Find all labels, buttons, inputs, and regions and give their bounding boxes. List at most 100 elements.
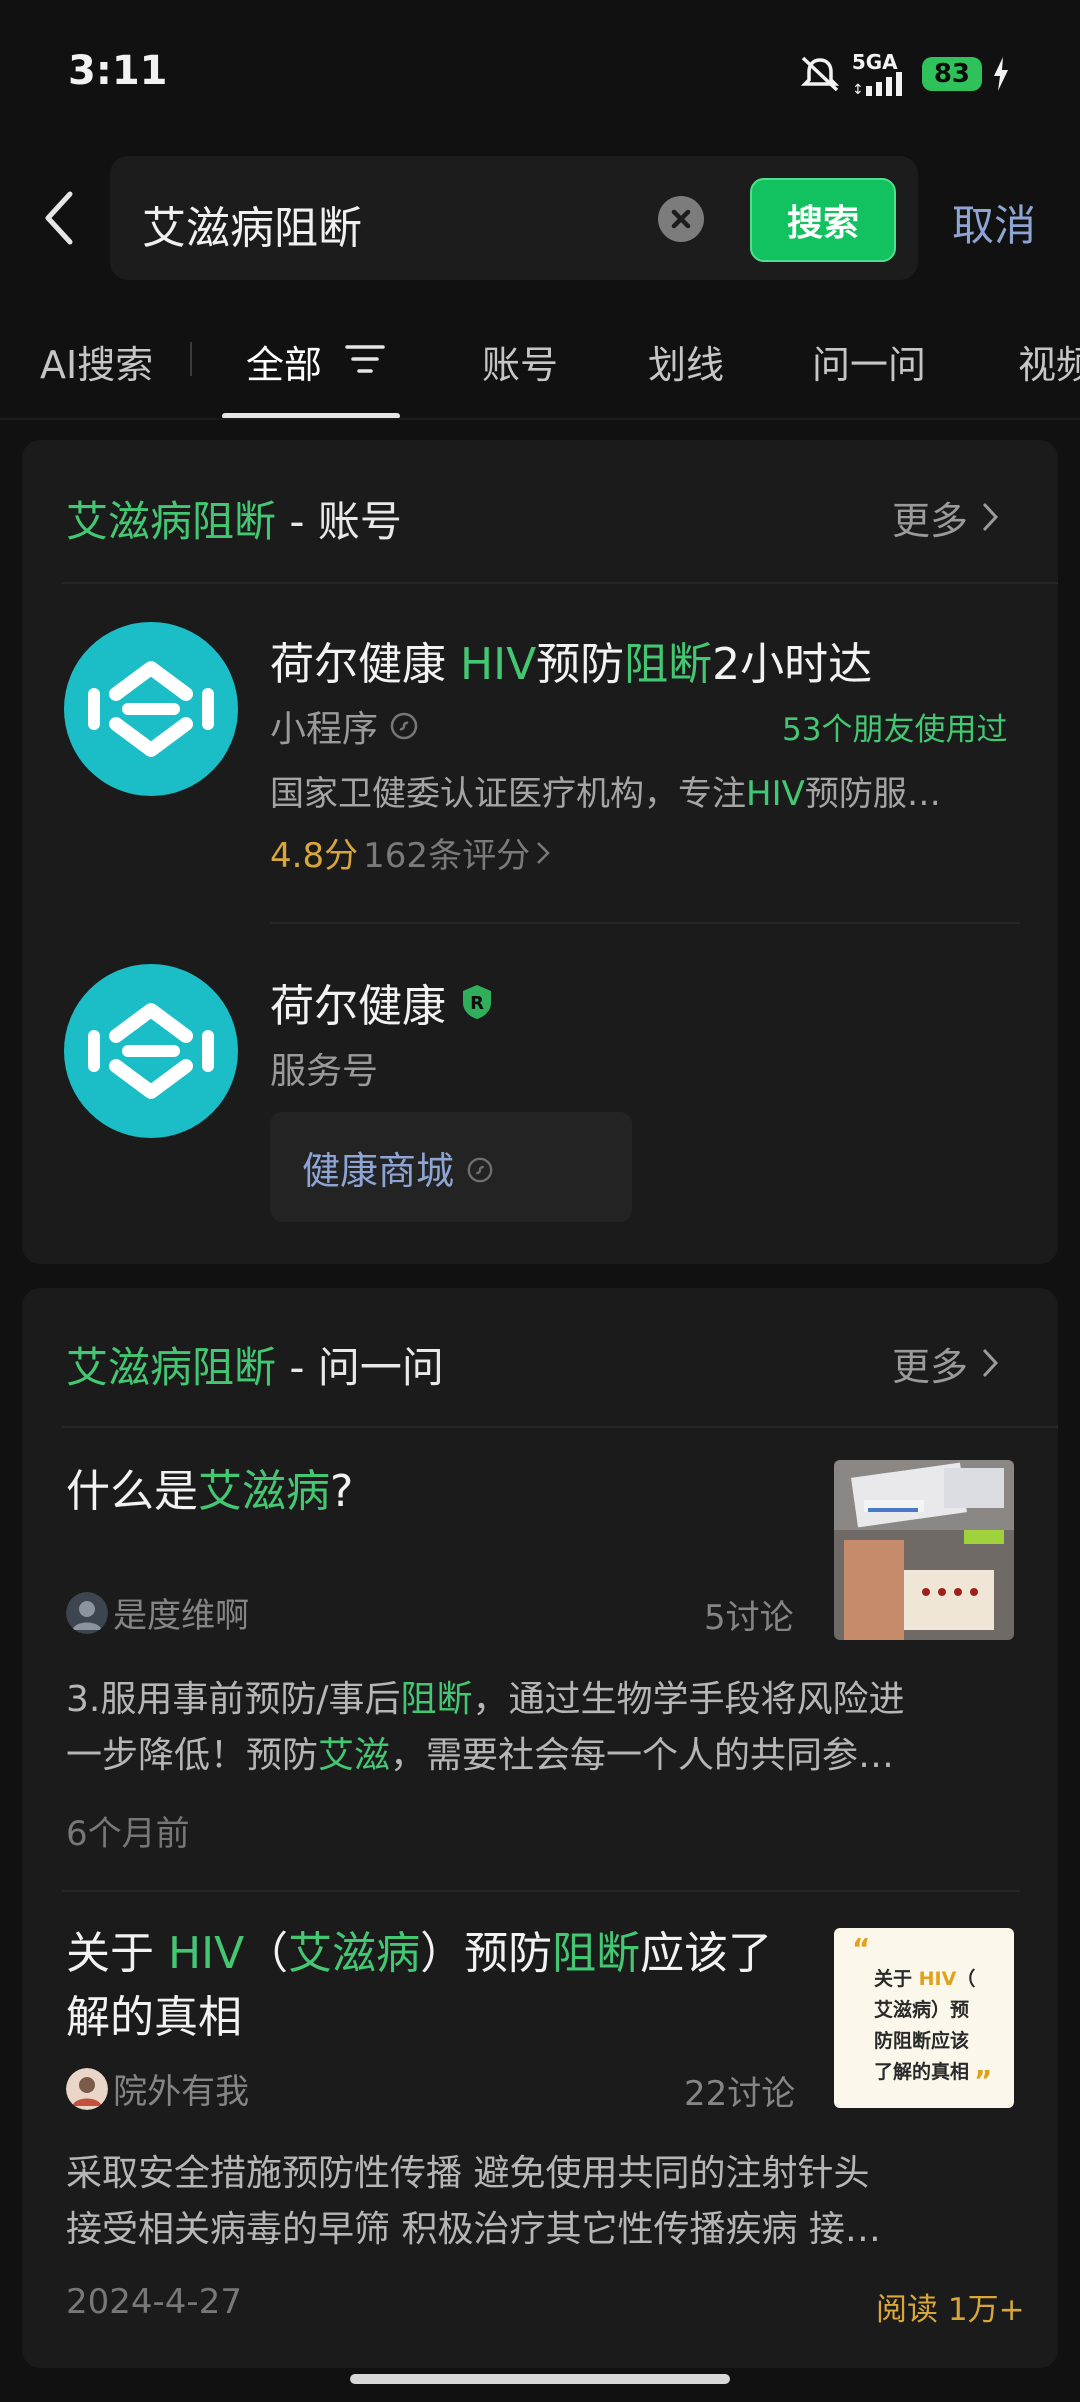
desc-text: 预防服… — [804, 774, 941, 814]
title-line: 解的真相 — [66, 1992, 242, 2043]
chevron-right-icon — [983, 502, 999, 532]
snippet-text: ，通过生物学手段将风险进 — [472, 1679, 905, 1720]
discussion-count: 22讨论 — [684, 2074, 796, 2114]
section-divider — [62, 582, 1058, 584]
qa-more-link[interactable]: 更多 — [892, 1336, 1000, 1391]
tab-account[interactable]: 账号 — [482, 334, 558, 389]
title-line: 关于 HIV（艾滋病）预防阻断应该了 — [66, 1922, 826, 1986]
name-highlight: HIV — [460, 639, 537, 690]
author-name: 院外有我 — [113, 2072, 250, 2112]
search-input[interactable]: 艾滋病阻断 — [142, 192, 362, 256]
title-highlight: 艾滋病 — [198, 1466, 330, 1517]
avatar — [66, 1591, 108, 1634]
snippet-line: 接受相关病毒的早筛 积极治疗其它性传播疾病 接… — [66, 2209, 881, 2250]
qa-item-author[interactable]: 院外有我 — [66, 2064, 249, 2113]
friends-used-count: 53个朋友使用过 — [782, 712, 1008, 748]
name-text: 荷尔健康 — [270, 639, 460, 690]
thumb-line: 了解的真相 — [874, 2061, 970, 2083]
qa-item-title[interactable]: 关于 HIV（艾滋病）预防阻断应该了 解的真相 — [66, 1922, 826, 2050]
more-label: 更多 — [892, 499, 969, 543]
review-count: 162条评分 — [363, 836, 531, 876]
snippet-highlight: 阻断 — [400, 1679, 473, 1720]
mute-icon — [800, 56, 840, 92]
cancel-button[interactable]: 取消 — [952, 192, 1036, 253]
mini-program-icon — [467, 1157, 493, 1183]
account-section-title: 艾滋病阻断 - 账号 — [66, 488, 402, 549]
status-icons: 5GA ↕ 83 — [798, 52, 1010, 96]
rating-score: 4.8分 — [270, 836, 359, 876]
thumb-highlight: HIV — [918, 1968, 957, 1990]
chevron-right-icon — [537, 842, 550, 864]
home-indicator[interactable] — [350, 2374, 730, 2384]
avatar — [66, 2067, 108, 2110]
name-text: 2小时达 — [712, 639, 873, 690]
desc-highlight: HIV — [746, 774, 805, 814]
mini-program-type: 小程序 — [270, 700, 419, 752]
her-health-logo-icon — [88, 661, 214, 757]
title-text: （ — [244, 1928, 289, 1979]
her-health-logo-icon — [88, 1003, 214, 1099]
quote-close-icon: ” — [974, 2064, 993, 2097]
rating-row[interactable]: 4.8分 162条评分 — [270, 828, 551, 877]
thumb-text: 关于 — [874, 1968, 919, 1990]
qa-item-thumbnail[interactable]: “ 关于 HIV（ 艾滋病）预 防阻断应该 了解的真相 ” — [834, 1928, 1014, 2108]
clear-x-icon — [671, 209, 691, 229]
qa-item-snippet[interactable]: 3.服用事前预防/事后阻断，通过生物学手段将风险进 一步降低！预防艾滋，需要社会… — [66, 1672, 1026, 1784]
tab-ai-search[interactable]: AI搜索 — [40, 334, 153, 389]
qa-section-title: 艾滋病阻断 - 问一问 — [66, 1334, 444, 1395]
chevron-right-icon — [983, 1348, 999, 1378]
badge-letter: R — [470, 993, 484, 1014]
title-text: ）预防 — [420, 1928, 553, 1979]
qa-item-snippet[interactable]: 采取安全措施预防性传播 避免使用共同的注射针头 接受相关病毒的早筛 积极治疗其它… — [66, 2146, 1026, 2258]
more-label: 更多 — [892, 1345, 969, 1389]
thumb-line: 艾滋病）预 — [874, 1999, 970, 2021]
mini-program-logo[interactable] — [64, 622, 238, 796]
tab-separator — [190, 342, 192, 376]
battery-indicator: 83 — [921, 57, 982, 91]
thumb-text: （ — [956, 1968, 976, 1990]
service-account-type: 服务号 — [270, 1051, 379, 1092]
title-text: 应该了 — [640, 1928, 773, 1979]
snippet-highlight: 艾滋 — [318, 1735, 391, 1776]
clear-icon[interactable] — [658, 196, 704, 242]
qa-item-thumbnail[interactable] — [834, 1460, 1014, 1640]
svg-text:↕: ↕ — [852, 82, 864, 96]
desc-text: 国家卫健委认证医疗机构，专注 — [270, 774, 746, 814]
tab-all[interactable]: 全部 — [246, 334, 322, 389]
section-keyword: 艾滋病阻断 — [66, 497, 277, 546]
search-button[interactable]: 搜索 — [750, 178, 896, 262]
qa-item-time: 2024-4-27 — [66, 2282, 242, 2322]
title-text: ? — [330, 1466, 354, 1517]
thumbnail-text: 关于 HIV（ 艾滋病）预 防阻断应该 了解的真相 — [874, 1964, 975, 2088]
snippet-line: 3.服用事前预防/事后阻断，通过生物学手段将风险进 — [66, 1672, 1026, 1728]
name-text: 预防 — [536, 639, 625, 690]
qa-item-author[interactable]: 是度维啊 — [66, 1588, 249, 1637]
service-account-name[interactable]: 荷尔健康 R — [270, 970, 494, 1034]
tab-video[interactable]: 视频 — [1018, 334, 1080, 389]
mini-program-name[interactable]: 荷尔健康 HIV预防阻断2小时达 — [270, 628, 872, 692]
service-account-logo[interactable] — [64, 964, 238, 1138]
title-text: 什么是 — [66, 1466, 198, 1517]
section-keyword: 艾滋病阻断 — [66, 1343, 277, 1392]
snippet-line: 采取安全措施预防性传播 避免使用共同的注射针头 — [66, 2153, 870, 2194]
tab-underline-notes[interactable]: 划线 — [648, 334, 724, 389]
title-text: 关于 — [66, 1928, 168, 1979]
charging-icon — [994, 57, 1008, 91]
qa-item-title[interactable]: 什么是艾滋病? — [66, 1460, 353, 1524]
snippet-text: 3.服用事前预防/事后 — [66, 1679, 401, 1720]
name-highlight: 阻断 — [624, 639, 713, 690]
thumb-line: 防阻断应该 — [874, 2030, 970, 2052]
account-more-link[interactable]: 更多 — [892, 490, 1000, 545]
type-label: 小程序 — [270, 709, 379, 750]
title-highlight: HIV — [168, 1928, 245, 1979]
health-mall-label[interactable]: 健康商城 — [302, 1140, 494, 1195]
read-count: 阅读 1万+ — [876, 2292, 1025, 2328]
mini-program-icon — [391, 712, 418, 740]
tab-ask[interactable]: 问一问 — [812, 334, 926, 389]
mall-text: 健康商城 — [302, 1149, 455, 1193]
qa-item-time: 6个月前 — [66, 1814, 190, 1854]
back-arrow-icon[interactable] — [40, 188, 80, 248]
title-highlight: 阻断 — [552, 1928, 641, 1979]
section-divider — [62, 1426, 1058, 1428]
filter-icon[interactable] — [345, 343, 385, 375]
